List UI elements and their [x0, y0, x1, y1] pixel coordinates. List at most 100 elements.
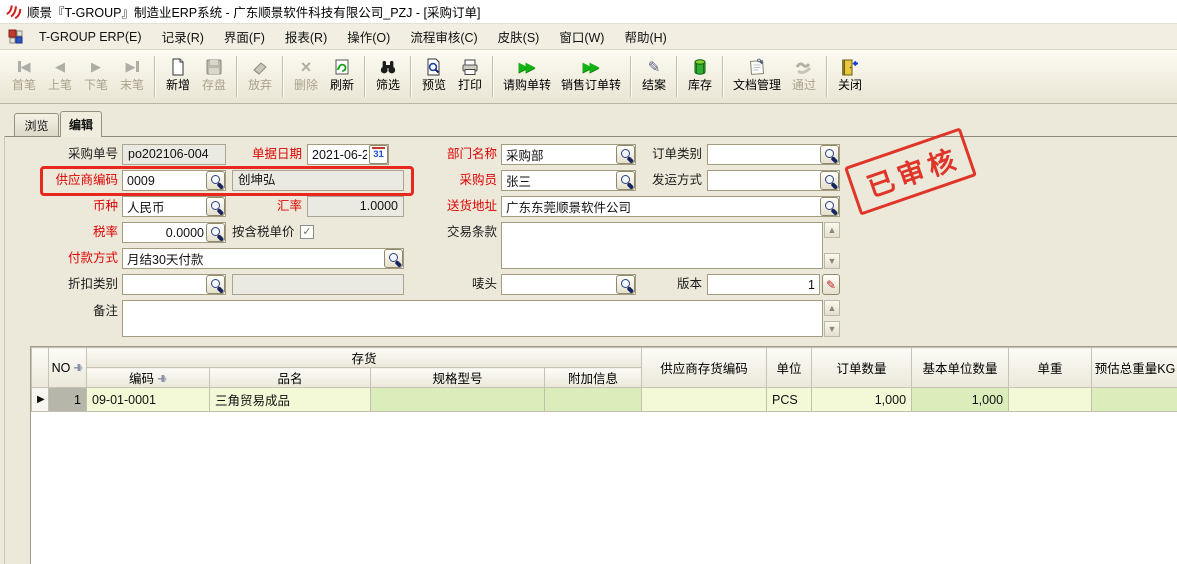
col-group-inventory[interactable]: 存货	[87, 348, 642, 368]
col-header-est-total-weight[interactable]: 预估总重量KG	[1092, 348, 1177, 388]
remark-scroll-up-button[interactable]: ▲	[824, 300, 840, 316]
cell-supplier-item-code[interactable]	[642, 388, 767, 412]
buyer-lookup-button[interactable]	[616, 171, 635, 190]
toolbar-close-case-button[interactable]: ✎ 结案	[636, 52, 672, 101]
shipping-mark-field	[501, 274, 636, 295]
toolbar-close-button[interactable]: 关闭	[832, 52, 868, 101]
cell-est-total-weight[interactable]	[1092, 388, 1177, 412]
tab-browse[interactable]: 浏览	[14, 113, 59, 136]
magnifier-icon	[620, 148, 633, 161]
toolbar-inventory-button[interactable]: 库存	[682, 52, 718, 101]
menu-help[interactable]: 帮助(H)	[614, 22, 676, 51]
dept-label: 部门名称	[425, 144, 497, 165]
trade-terms-scroll-down-button[interactable]: ▼	[824, 253, 840, 269]
row-marker-header	[32, 348, 49, 388]
supplier-code-lookup-button[interactable]	[206, 171, 225, 190]
col-header-unit[interactable]: 单位	[767, 348, 812, 388]
trade-terms-scroll-up-button[interactable]: ▲	[824, 222, 840, 238]
toolbar-filter-button[interactable]: 筛选	[370, 52, 406, 101]
col-header-supplier-item-code[interactable]: 供应商存货编码	[642, 348, 767, 388]
col-header-name[interactable]: 品名	[210, 368, 371, 388]
magnifier-icon	[210, 226, 223, 239]
toolbar-delete-button[interactable]: × 删除	[288, 52, 324, 101]
delivery-address-lookup-button[interactable]	[820, 197, 839, 216]
col-header-extra-info[interactable]: 附加信息	[545, 368, 642, 388]
toolbar-approve-button[interactable]: 通过	[786, 52, 822, 101]
toolbar-refresh-button[interactable]: 刷新	[324, 52, 360, 101]
toolbar-save-button[interactable]: 存盘	[196, 52, 232, 101]
magnifier-icon	[620, 174, 633, 187]
magnifier-icon	[620, 278, 633, 291]
order-type-label: 订单类别	[640, 144, 702, 165]
toolbar-last-button[interactable]: ▶ 末笔	[114, 52, 150, 101]
trade-terms-textarea[interactable]	[502, 223, 822, 268]
ship-method-lookup-button[interactable]	[820, 171, 839, 190]
cell-no[interactable]: 1	[49, 388, 87, 412]
up-arrow-icon: ▲	[828, 225, 837, 235]
cell-unit-weight[interactable]	[1009, 388, 1092, 412]
remark-field	[122, 300, 823, 337]
menu-interface[interactable]: 界面(F)	[214, 22, 275, 51]
inventory-cylinder-icon	[690, 55, 710, 78]
col-header-unit-weight[interactable]: 单重	[1009, 348, 1092, 388]
row-marker-cell[interactable]: ▶	[32, 388, 49, 412]
payment-method-field	[122, 248, 404, 269]
col-header-spec[interactable]: 规格型号	[371, 368, 545, 388]
discount-type-lookup-button[interactable]	[206, 275, 225, 294]
col-header-order-qty[interactable]: 订单数量	[812, 348, 912, 388]
remark-scroll-down-button[interactable]: ▼	[824, 321, 840, 337]
currency-lookup-button[interactable]	[206, 197, 225, 216]
app-logo-icon	[5, 3, 22, 20]
prev-record-icon: ◀	[55, 55, 65, 78]
magnifier-icon	[824, 148, 837, 161]
menu-window[interactable]: 窗口(W)	[549, 22, 614, 51]
dept-lookup-button[interactable]	[616, 145, 635, 164]
menu-tgroup-erp[interactable]: T-GROUP ERP(E)	[29, 25, 152, 49]
order-type-lookup-button[interactable]	[820, 145, 839, 164]
currency-field	[122, 196, 226, 217]
tab-edit[interactable]: 编辑	[60, 111, 102, 137]
menu-report[interactable]: 报表(R)	[275, 22, 337, 51]
delivery-address-input[interactable]	[501, 196, 840, 217]
toolbar-preview-button[interactable]: 预览	[416, 52, 452, 101]
toolbar-doc-manage-button[interactable]: 文档管理	[728, 52, 786, 101]
delivery-address-label: 送货地址	[425, 196, 497, 217]
col-header-no[interactable]: NO	[49, 348, 87, 388]
menu-record[interactable]: 记录(R)	[152, 22, 214, 51]
cell-name[interactable]: 三角贸易成品	[210, 388, 371, 412]
buyer-label: 采购员	[425, 170, 497, 191]
cell-base-unit-qty[interactable]: 1,000	[912, 388, 1009, 412]
menu-workflow-audit[interactable]: 流程审核(C)	[400, 22, 487, 51]
menu-operation[interactable]: 操作(O)	[337, 22, 400, 51]
toolbar-next-button[interactable]: ▶ 下笔	[78, 52, 114, 101]
cell-order-qty[interactable]: 1,000	[812, 388, 912, 412]
calendar-button[interactable]: 31	[369, 145, 388, 164]
toolbar-pr-transfer-button[interactable]: ▶▶ 请购单转	[498, 52, 556, 101]
menu-bar: T-GROUP ERP(E) 记录(R) 界面(F) 报表(R) 操作(O) 流…	[0, 24, 1177, 50]
toolbar-new-button[interactable]: 新增	[160, 52, 196, 101]
version-input[interactable]	[707, 274, 820, 295]
remark-textarea[interactable]	[123, 301, 822, 336]
toolbar-discard-button[interactable]: 放弃	[242, 52, 278, 101]
toolbar-prev-button[interactable]: ◀ 上笔	[42, 52, 78, 101]
payment-method-lookup-button[interactable]	[384, 249, 403, 268]
shipping-mark-lookup-button[interactable]	[616, 275, 635, 294]
col-header-code[interactable]: 编码	[87, 368, 210, 388]
transfer-arrows-icon: ▶▶	[583, 55, 600, 78]
version-edit-button[interactable]: ✎	[822, 274, 840, 295]
tax-rate-lookup-button[interactable]	[206, 223, 225, 242]
buyer-field	[501, 170, 636, 191]
menu-skin[interactable]: 皮肤(S)	[488, 22, 550, 51]
toolbar-print-button[interactable]: 打印	[452, 52, 488, 101]
cell-code[interactable]: 09-01-0001	[87, 388, 210, 412]
toolbar-so-transfer-button[interactable]: ▶▶ 销售订单转	[556, 52, 626, 101]
window-menu-icon[interactable]	[8, 29, 23, 44]
toolbar-first-button[interactable]: ◀ 首笔	[6, 52, 42, 101]
approve-handshake-icon	[794, 55, 814, 78]
tax-included-checkbox[interactable]: ✓	[300, 225, 314, 239]
payment-method-input[interactable]	[122, 248, 404, 269]
cell-unit[interactable]: PCS	[767, 388, 812, 412]
col-header-base-unit-qty[interactable]: 基本单位数量	[912, 348, 1009, 388]
cell-extra-info[interactable]	[545, 388, 642, 412]
cell-spec[interactable]	[371, 388, 545, 412]
